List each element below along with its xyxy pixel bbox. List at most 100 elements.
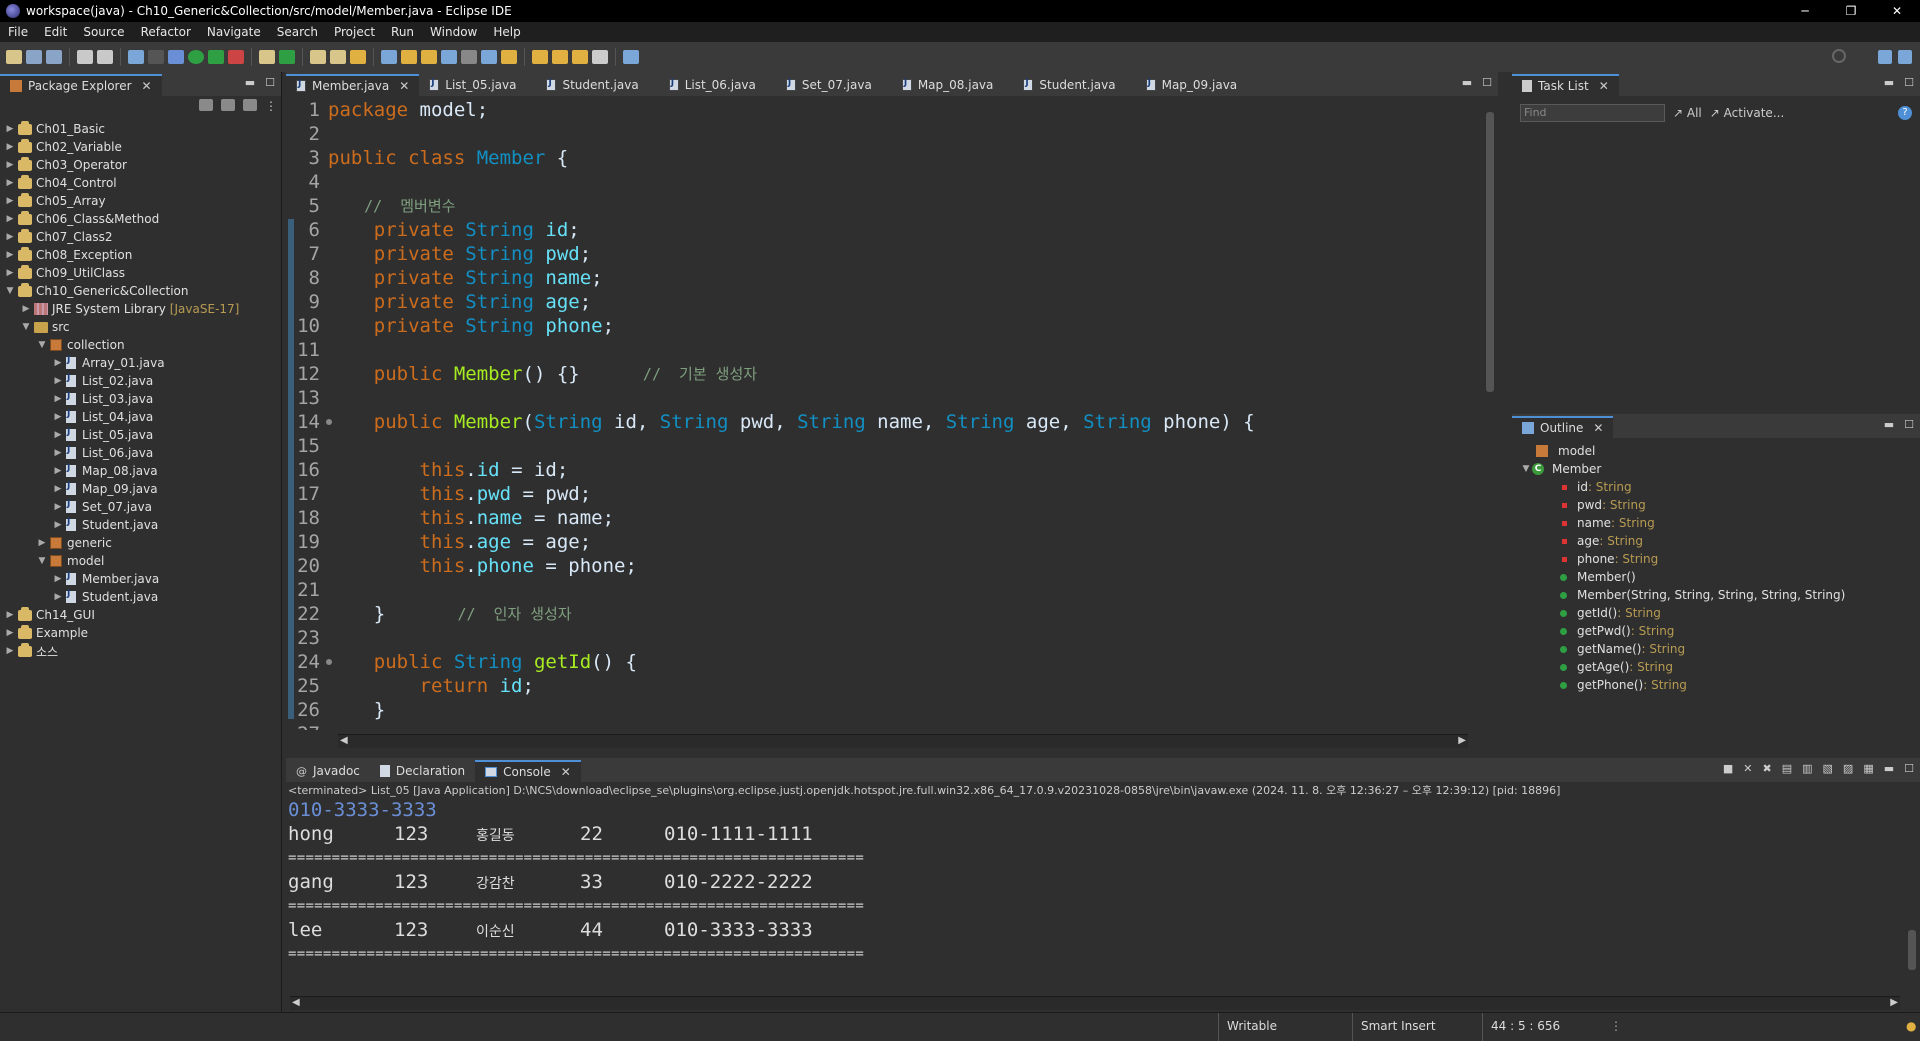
terminate-icon[interactable]: ■	[1723, 762, 1733, 775]
expand-icon[interactable]: ▶	[4, 232, 16, 242]
tree-item-project[interactable]: ▶ Ch05_Array	[4, 192, 281, 210]
minimize-icon[interactable]: ▬	[1884, 762, 1894, 775]
tree-item-file[interactable]: ▶ Map_09.java	[4, 480, 281, 498]
expand-icon[interactable]: ▶	[52, 376, 64, 386]
scroll-right-icon[interactable]: ▶	[1890, 997, 1898, 1008]
close-button[interactable]: ✕	[1874, 0, 1920, 22]
outline-field[interactable]: name : String	[1520, 514, 1920, 532]
tree-item-project[interactable]: ▶ 소스	[4, 642, 281, 660]
back-icon[interactable]	[552, 50, 568, 64]
editor-tab-member[interactable]: Member.java ✕	[286, 74, 420, 96]
tree-item-file[interactable]: ▶ Student.java	[4, 588, 281, 606]
tree-item-file[interactable]: ▶ List_03.java	[4, 390, 281, 408]
maximize-button[interactable]: ❐	[1828, 0, 1874, 22]
block-selection-icon[interactable]	[441, 50, 457, 64]
menu-run[interactable]: Run	[383, 25, 422, 39]
open-console-icon[interactable]: ▦	[1863, 762, 1873, 775]
console-output[interactable]: 010-3333-3333 hong 123 홍길동 22 010-1111-1111 …	[286, 798, 1920, 966]
search-tool-icon[interactable]	[350, 50, 366, 64]
open-perspective-icon[interactable]	[1878, 50, 1892, 64]
minimize-icon[interactable]: ▬	[1884, 418, 1894, 431]
terminal-icon[interactable]	[128, 50, 144, 64]
expand-icon[interactable]: ▶	[4, 610, 16, 620]
help-icon[interactable]: ?	[1898, 106, 1912, 120]
tree-item-jre[interactable]: ▶ JRE System Library [JavaSE-17]	[4, 300, 281, 318]
tree-item-project[interactable]: ▼ Ch10_Generic&Collection	[4, 282, 281, 300]
activate-link[interactable]: ↗ Activate...	[1710, 106, 1785, 120]
maximize-icon[interactable]: ☐	[265, 76, 275, 89]
tree-item-project[interactable]: ▶ Ch03_Operator	[4, 156, 281, 174]
close-icon[interactable]: ✕	[1593, 421, 1603, 435]
menu-edit[interactable]: Edit	[36, 25, 75, 39]
redo-icon[interactable]	[97, 50, 113, 64]
coverage-icon[interactable]	[208, 50, 224, 64]
maximize-icon[interactable]: ☐	[1904, 76, 1914, 89]
editor-tab[interactable]: Set_07.java	[776, 74, 882, 96]
close-icon[interactable]: ✕	[142, 79, 152, 93]
new-icon[interactable]	[6, 50, 22, 64]
collapse-icon[interactable]: ▼	[1520, 464, 1532, 474]
clear-console-icon[interactable]: ▤	[1782, 762, 1792, 775]
minimize-icon[interactable]: ▬	[245, 76, 255, 89]
pin-editor-icon[interactable]	[623, 50, 639, 64]
outline-field[interactable]: pwd : String	[1520, 496, 1920, 514]
minimize-icon[interactable]: ▬	[1884, 76, 1894, 89]
outline-class[interactable]: ▼ C Member	[1520, 460, 1920, 478]
outline-field[interactable]: age : String	[1520, 532, 1920, 550]
tab-console[interactable]: Console ✕	[475, 760, 581, 782]
menu-project[interactable]: Project	[326, 25, 383, 39]
filter-icon[interactable]	[243, 99, 257, 111]
tree-item-project[interactable]: ▶ Ch14_GUI	[4, 606, 281, 624]
tab-package-explorer[interactable]: Package Explorer ✕	[0, 74, 162, 96]
editor-tab[interactable]: Student.java	[536, 74, 648, 96]
outline-constructor[interactable]: Member()	[1520, 568, 1920, 586]
tree-item-file[interactable]: ▶ Student.java	[4, 516, 281, 534]
tree-item-file[interactable]: ▶ Set_07.java	[4, 498, 281, 516]
expand-icon[interactable]: ▶	[4, 250, 16, 260]
expand-icon[interactable]: ▶	[52, 448, 64, 458]
menu-refactor[interactable]: Refactor	[133, 25, 199, 39]
expand-icon[interactable]: ▶	[52, 358, 64, 368]
tree-item-project[interactable]: ▶ Example	[4, 624, 281, 642]
tree-item-file[interactable]: ▶ List_05.java	[4, 426, 281, 444]
tree-item-src[interactable]: ▼ src	[4, 318, 281, 336]
expand-icon[interactable]: ▶	[4, 124, 16, 134]
pin-console-icon[interactable]: ▧	[1823, 762, 1833, 775]
close-icon[interactable]: ✕	[1599, 79, 1609, 93]
scroll-left-icon[interactable]: ◀	[292, 997, 300, 1008]
maximize-icon[interactable]: ☐	[1904, 762, 1914, 775]
editor-horizontal-scrollbar[interactable]: ◀ ▶	[338, 734, 1468, 748]
tree-item-file[interactable]: ▶ List_04.java	[4, 408, 281, 426]
menu-help[interactable]: Help	[485, 25, 528, 39]
maximize-icon[interactable]: ☐	[1904, 418, 1914, 431]
expand-icon[interactable]: ▶	[52, 520, 64, 530]
scroll-left-icon[interactable]: ◀	[340, 735, 348, 746]
tree-item-project[interactable]: ▶ Ch04_Control	[4, 174, 281, 192]
tree-item-file[interactable]: ▶ Array_01.java	[4, 354, 281, 372]
tree-item-package[interactable]: ▼ collection	[4, 336, 281, 354]
tree-item-file[interactable]: ▶ Member.java	[4, 570, 281, 588]
remove-all-icon[interactable]: ✖	[1762, 762, 1771, 775]
expand-icon[interactable]: ▶	[36, 538, 48, 548]
tree-item-project[interactable]: ▶ Ch01_Basic	[4, 120, 281, 138]
expand-icon[interactable]: ▶	[52, 574, 64, 584]
expand-icon[interactable]: ▶	[52, 430, 64, 440]
scroll-right-icon[interactable]: ▶	[1458, 735, 1466, 746]
show-whitespace-icon[interactable]	[461, 50, 477, 64]
view-menu-icon[interactable]: ⋮	[265, 99, 277, 113]
expand-icon[interactable]: ▶	[52, 412, 64, 422]
run-icon[interactable]	[188, 50, 204, 64]
tree-item-project[interactable]: ▶ Ch02_Variable	[4, 138, 281, 156]
menu-navigate[interactable]: Navigate	[199, 25, 269, 39]
tab-task-list[interactable]: Task List ✕	[1512, 74, 1619, 96]
collapse-all-icon[interactable]	[199, 99, 213, 111]
fold-icon[interactable]	[326, 659, 332, 665]
forward-arrow-icon[interactable]	[592, 50, 608, 64]
highlight-icon[interactable]	[401, 50, 417, 64]
console-vertical-scrollbar[interactable]	[1906, 800, 1918, 988]
annotation-icon[interactable]	[421, 50, 437, 64]
tree-item-package[interactable]: ▶ generic	[4, 534, 281, 552]
tree-item-project[interactable]: ▶ Ch08_Exception	[4, 246, 281, 264]
outline-method[interactable]: getPwd() : String	[1520, 622, 1920, 640]
collapse-icon[interactable]: ▼	[4, 286, 16, 296]
